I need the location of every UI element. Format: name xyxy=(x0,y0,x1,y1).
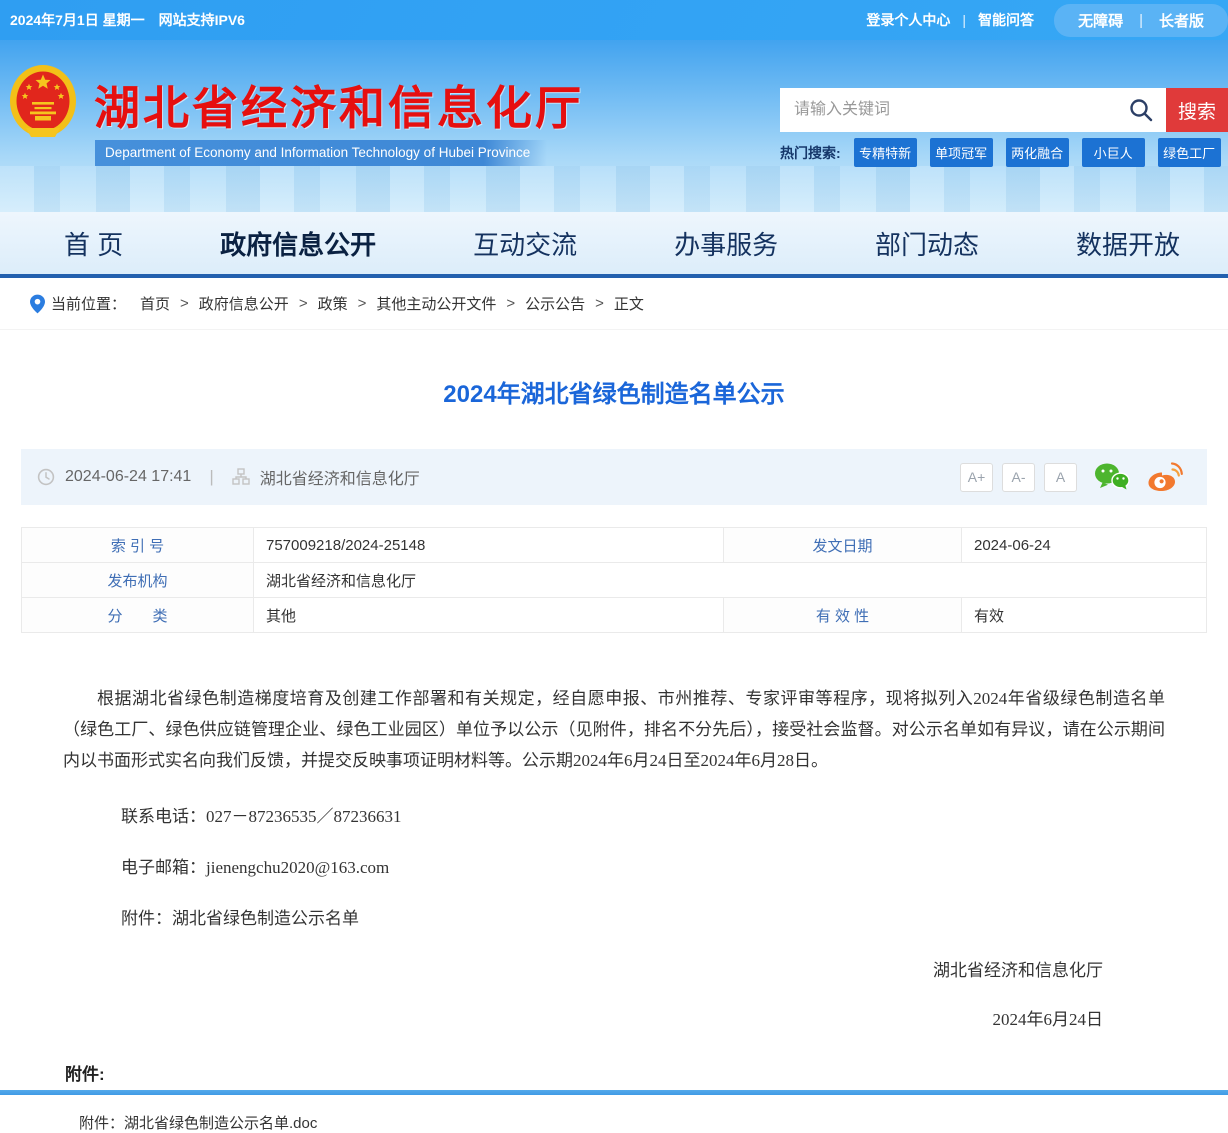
current-date: 2024年7月1日 星期一 xyxy=(10,10,145,30)
search-input[interactable] xyxy=(780,88,1166,132)
crumb-current: 正文 xyxy=(614,293,644,314)
article-meta-bar: 2024-06-24 17:41 | 湖北省经济和信息化厅 A+ A- A xyxy=(21,449,1207,505)
source-name: 湖北省经济和信息化厅 xyxy=(260,465,420,489)
article-body: 根据湖北省绿色制造梯度培育及创建工作部署和有关规定，经自愿申报、市州推荐、专家评… xyxy=(21,683,1207,1030)
smart-qa-link[interactable]: 智能问答 xyxy=(978,10,1034,30)
hot-tag-danxiangguanjun[interactable]: 单项冠军 xyxy=(930,138,993,167)
validity-value: 有效 xyxy=(962,598,1207,633)
font-reset-button[interactable]: A xyxy=(1044,463,1077,492)
login-link[interactable]: 登录个人中心 xyxy=(866,10,950,30)
nav-item-home[interactable]: 首 页 xyxy=(64,225,123,262)
site-header: 湖北省经济和信息化厅 Department of Economy and Inf… xyxy=(0,40,1228,212)
wechat-share-icon[interactable] xyxy=(1094,462,1130,492)
nav-item-services[interactable]: 办事服务 xyxy=(674,225,778,262)
hot-tag-xiaojuren[interactable]: 小巨人 xyxy=(1082,138,1145,167)
validity-label: 有 效 性 xyxy=(724,598,962,633)
nav-item-open-data[interactable]: 数据开放 xyxy=(1076,225,1180,262)
issue-date-value: 2024-06-24 xyxy=(962,528,1207,563)
category-label: 分 类 xyxy=(22,598,254,633)
crumb-separator: > xyxy=(595,295,604,312)
table-row: 发布机构 湖北省经济和信息化厅 xyxy=(22,563,1207,598)
index-number-value: 757009218/2024-25148 xyxy=(254,528,724,563)
elder-version-link[interactable]: 长者版 xyxy=(1159,10,1204,31)
publisher-label: 发布机构 xyxy=(22,563,254,598)
nav-item-interaction[interactable]: 互动交流 xyxy=(473,225,577,262)
hot-tag-lianghuaronghe[interactable]: 两化融合 xyxy=(1006,138,1069,167)
table-row: 索 引 号 757009218/2024-25148 发文日期 2024-06-… xyxy=(22,528,1207,563)
nav-item-dept-news[interactable]: 部门动态 xyxy=(875,225,979,262)
contact-email-line: 电子邮箱：jienengchu2020@163.com xyxy=(63,853,1165,878)
city-skyline-decoration xyxy=(0,166,1228,212)
article-container: 2024年湖北省绿色制造名单公示 2024-06-24 17:41 | 湖北省经… xyxy=(0,374,1228,1133)
weibo-share-icon[interactable] xyxy=(1147,462,1183,492)
site-subtitle-en: Department of Economy and Information Te… xyxy=(95,140,547,166)
source-org-icon xyxy=(232,468,250,486)
font-decrease-button[interactable]: A- xyxy=(1002,463,1035,492)
crumb-announcements[interactable]: 公示公告 xyxy=(525,293,585,314)
publish-time: 2024-06-24 17:41 xyxy=(65,468,191,486)
attachments-section: 附件: 附件：湖北省绿色制造公示名单.doc xyxy=(21,1060,1207,1133)
crumb-separator: > xyxy=(358,295,367,312)
signature-organization: 湖北省经济和信息化厅 xyxy=(63,956,1165,981)
publisher-value: 湖北省经济和信息化厅 xyxy=(254,563,1207,598)
page-title: 2024年湖北省绿色制造名单公示 xyxy=(21,374,1207,409)
nav-item-gov-info[interactable]: 政府信息公开 xyxy=(220,225,376,262)
contact-phone-line: 联系电话：027－87236535／87236631 xyxy=(63,802,1165,827)
breadcrumb-label: 当前位置： xyxy=(51,293,126,314)
breadcrumb: 当前位置： 首页 > 政府信息公开 > 政策 > 其他主动公开文件 > 公示公告… xyxy=(0,278,1228,330)
pill-divider: | xyxy=(1139,12,1143,29)
main-nav: 首 页 政府信息公开 互动交流 办事服务 部门动态 数据开放 xyxy=(0,212,1228,278)
accessibility-link[interactable]: 无障碍 xyxy=(1078,10,1123,31)
signature-date: 2024年6月24日 xyxy=(63,1005,1165,1030)
ipv6-note: 网站支持IPV6 xyxy=(159,10,245,30)
footer-top-strip xyxy=(0,1090,1228,1095)
crumb-policy[interactable]: 政策 xyxy=(318,293,348,314)
crumb-separator: > xyxy=(180,295,189,312)
category-value: 其他 xyxy=(254,598,724,633)
meta-divider: | xyxy=(209,467,213,487)
crumb-gov-info[interactable]: 政府信息公开 xyxy=(199,293,289,314)
national-emblem-logo xyxy=(8,62,78,149)
clock-icon xyxy=(37,468,55,486)
top-utility-bar: 2024年7月1日 星期一 网站支持IPV6 登录个人中心 | 智能问答 无障碍… xyxy=(0,0,1228,40)
document-info-table: 索 引 号 757009218/2024-25148 发文日期 2024-06-… xyxy=(21,527,1207,633)
index-number-label: 索 引 号 xyxy=(22,528,254,563)
font-increase-button[interactable]: A+ xyxy=(960,463,993,492)
location-pin-icon xyxy=(30,294,45,314)
crumb-separator: > xyxy=(506,295,515,312)
attachments-heading: 附件: xyxy=(21,1060,1207,1085)
hot-tag-lvsegongchang[interactable]: 绿色工厂 xyxy=(1158,138,1221,167)
accessibility-pill: 无障碍 | 长者版 xyxy=(1054,4,1228,37)
issue-date-label: 发文日期 xyxy=(724,528,962,563)
crumb-separator: > xyxy=(299,295,308,312)
hot-search-label: 热门搜索: xyxy=(780,143,841,163)
attachment-file-link[interactable]: 附件：湖北省绿色制造公示名单.doc xyxy=(21,1112,1207,1133)
main-paragraph: 根据湖北省绿色制造梯度培育及创建工作部署和有关规定，经自愿申报、市州推荐、专家评… xyxy=(63,683,1165,776)
search-icon[interactable] xyxy=(1128,97,1154,128)
site-title: 湖北省经济和信息化厅 xyxy=(94,72,584,138)
topbar-divider: | xyxy=(962,12,966,28)
search-area: 搜索 热门搜索: 专精特新 单项冠军 两化融合 小巨人 绿色工厂 xyxy=(780,88,1228,167)
crumb-other-docs[interactable]: 其他主动公开文件 xyxy=(376,293,496,314)
table-row: 分 类 其他 有 效 性 有效 xyxy=(22,598,1207,633)
hot-tag-zhuanjingtexin[interactable]: 专精特新 xyxy=(854,138,917,167)
crumb-home[interactable]: 首页 xyxy=(140,293,170,314)
attachment-reference-line: 附件：湖北省绿色制造公示名单 xyxy=(63,904,1165,929)
search-button[interactable]: 搜索 xyxy=(1166,88,1228,132)
